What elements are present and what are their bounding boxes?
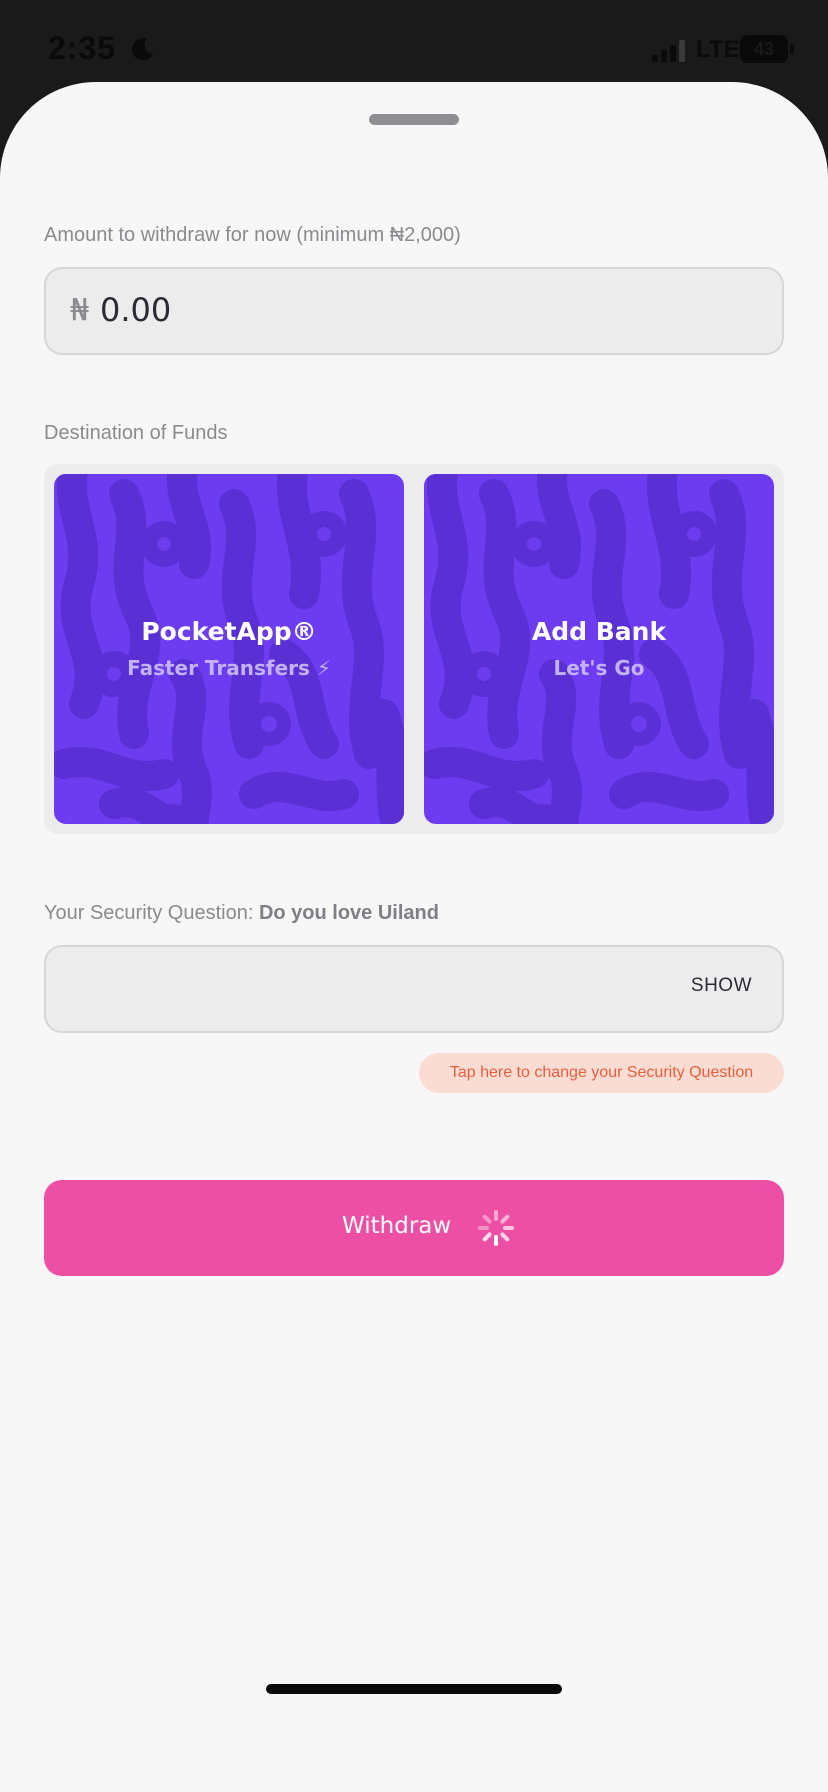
pocketapp-card[interactable]: PocketApp® Faster Transfers ⚡ [54,474,404,824]
destination-options: PocketApp® Faster Transfers ⚡ Add Bank L… [44,464,784,834]
add-bank-card[interactable]: Add Bank Let's Go [424,474,774,824]
withdraw-label: Withdraw [342,1213,452,1239]
security-question-text: Do you love Uiland [258,902,439,924]
security-answer-input[interactable]: SHOW [44,945,784,1033]
amount-input[interactable]: ₦ 0.00 [44,267,784,355]
add-bank-subtitle: Let's Go [553,656,645,680]
sheet-grabber[interactable] [369,114,459,125]
destination-label: Destination of Funds [44,422,228,444]
battery-level: 43 [753,39,775,59]
amount-value: 0.00 [100,291,172,329]
moon-icon [132,38,153,61]
home-indicator[interactable] [266,1684,562,1694]
card-pattern [424,474,774,824]
add-bank-title: Add Bank [531,617,667,646]
battery-icon: 43 [740,35,794,63]
pocketapp-subtitle: Faster Transfers ⚡ [127,656,331,680]
change-security-question-button[interactable]: Tap here to change your Security Questio… [419,1053,784,1093]
security-question-prefix: Your Security Question: [44,902,259,924]
security-question-label: Your Security Question: Do you love Uila… [44,902,439,925]
show-answer-button[interactable]: SHOW [691,975,752,997]
status-time: 2:35 [48,30,117,66]
card-pattern [54,474,404,824]
signal-icon [652,40,685,62]
withdraw-sheet: Amount to withdraw for now (minimum ₦2,0… [0,82,828,1792]
currency-symbol: ₦ [70,293,90,328]
network-label: LTE [696,36,740,63]
withdraw-button[interactable]: Withdraw [44,1180,784,1276]
amount-label: Amount to withdraw for now (minimum ₦2,0… [44,224,461,246]
pocketapp-title: PocketApp® [141,617,317,646]
spinner-icon [478,1210,514,1246]
